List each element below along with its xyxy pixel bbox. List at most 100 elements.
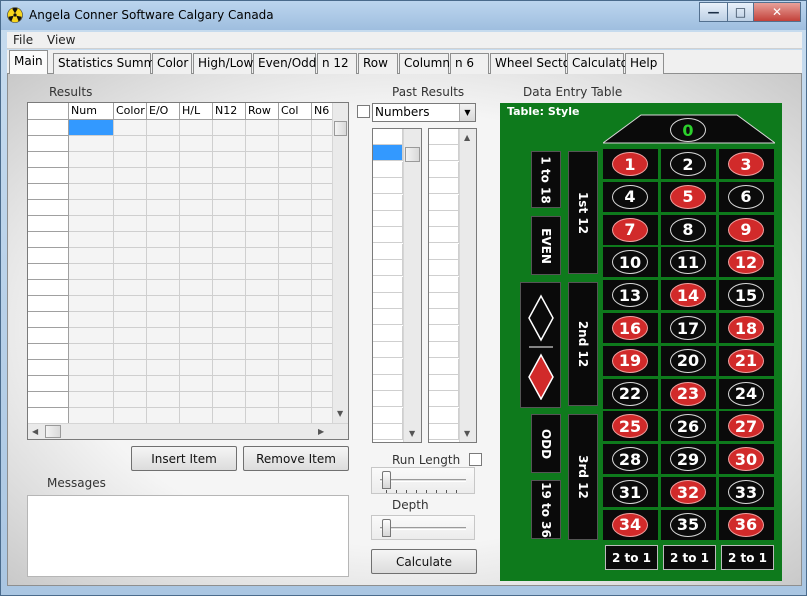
table-cell[interactable] (69, 344, 114, 360)
number-7[interactable]: 7 (612, 217, 648, 242)
table-cell[interactable] (279, 216, 312, 232)
table-cell[interactable] (246, 360, 279, 376)
number-26[interactable]: 26 (670, 414, 706, 439)
table-cell[interactable] (147, 280, 180, 296)
table-cell[interactable] (114, 408, 147, 424)
scroll-down-icon[interactable]: ▼ (337, 409, 343, 418)
table-cell[interactable] (69, 136, 114, 152)
close-button[interactable]: ✕ (753, 2, 801, 22)
table-cell[interactable] (246, 264, 279, 280)
number-27[interactable]: 27 (728, 414, 764, 439)
tab-column[interactable]: Column (399, 53, 450, 74)
table-cell[interactable] (312, 264, 334, 280)
table-cell[interactable] (246, 344, 279, 360)
number-3[interactable]: 3 (728, 152, 764, 176)
row-header[interactable] (28, 328, 69, 344)
list-item[interactable] (373, 309, 403, 326)
table-cell[interactable] (114, 120, 147, 136)
number-15[interactable]: 15 (728, 283, 764, 308)
grid-vertical-thumb[interactable] (334, 121, 347, 136)
number-cell[interactable]: 19 (603, 345, 658, 376)
table-cell[interactable] (180, 168, 213, 184)
table-cell[interactable] (312, 280, 334, 296)
bet-color[interactable] (520, 282, 561, 408)
table-cell[interactable] (69, 280, 114, 296)
row-header[interactable] (28, 360, 69, 376)
depth-thumb[interactable] (382, 519, 391, 537)
table-cell[interactable] (312, 136, 334, 152)
table-cell[interactable] (147, 184, 180, 200)
number-0[interactable]: 0 (670, 118, 706, 142)
column-header-hl[interactable]: H/L (180, 103, 213, 120)
maximize-button[interactable]: □ (727, 2, 754, 22)
table-cell[interactable] (246, 152, 279, 168)
number-cell[interactable]: 14 (661, 280, 716, 311)
number-12[interactable]: 12 (728, 250, 764, 275)
table-cell[interactable] (213, 168, 246, 184)
row-header[interactable] (28, 392, 69, 408)
table-cell[interactable] (180, 232, 213, 248)
number-11[interactable]: 11 (670, 250, 706, 275)
table-cell[interactable] (213, 232, 246, 248)
number-35[interactable]: 35 (670, 512, 706, 537)
table-cell[interactable] (312, 120, 334, 136)
table-cell[interactable] (69, 168, 114, 184)
table-cell[interactable] (69, 232, 114, 248)
list-item[interactable] (429, 129, 459, 145)
list-item[interactable] (429, 211, 459, 227)
row-header[interactable] (28, 344, 69, 360)
table-cell[interactable] (180, 376, 213, 392)
table-cell[interactable] (69, 360, 114, 376)
table-cell[interactable] (147, 312, 180, 328)
table-cell[interactable] (246, 376, 279, 392)
row-header[interactable] (28, 280, 69, 296)
number-25[interactable]: 25 (612, 414, 648, 439)
table-cell[interactable] (114, 392, 147, 408)
number-cell[interactable]: 32 (661, 477, 716, 507)
table-cell[interactable] (69, 152, 114, 168)
table-cell[interactable] (279, 136, 312, 152)
number-34[interactable]: 34 (612, 512, 648, 537)
list-left-thumb[interactable] (405, 147, 420, 162)
tab-color[interactable]: Color (152, 53, 192, 74)
number-cell[interactable]: 13 (603, 280, 658, 311)
insert-item-button[interactable]: Insert Item (131, 446, 237, 471)
table-cell[interactable] (114, 216, 147, 232)
table-cell[interactable] (312, 232, 334, 248)
list-item[interactable] (373, 194, 403, 211)
tab-row[interactable]: Row (358, 53, 398, 74)
number-30[interactable]: 30 (728, 447, 764, 472)
table-cell[interactable] (147, 264, 180, 280)
number-cell[interactable]: 33 (719, 477, 774, 507)
number-cell[interactable]: 17 (661, 313, 716, 343)
number-36[interactable]: 36 (728, 512, 764, 537)
list-item[interactable] (429, 309, 459, 326)
table-cell[interactable] (312, 312, 334, 328)
row-header[interactable] (28, 136, 69, 152)
table-cell[interactable] (180, 136, 213, 152)
list-item[interactable] (429, 293, 459, 309)
number-cell[interactable]: 11 (661, 247, 716, 278)
table-cell[interactable] (180, 120, 213, 136)
list-item[interactable] (373, 178, 403, 195)
table-cell[interactable] (213, 408, 246, 424)
table-cell[interactable] (114, 168, 147, 184)
table-cell[interactable] (180, 200, 213, 216)
table-cell[interactable] (213, 248, 246, 264)
list-item[interactable] (373, 145, 403, 162)
list-item[interactable] (373, 325, 403, 342)
table-cell[interactable] (213, 392, 246, 408)
table-cell[interactable] (114, 344, 147, 360)
list-item[interactable] (373, 375, 403, 391)
number-4[interactable]: 4 (612, 184, 648, 209)
tab-help[interactable]: Help (625, 53, 664, 74)
number-8[interactable]: 8 (670, 217, 706, 242)
menu-view[interactable]: View (47, 33, 75, 47)
number-cell[interactable]: 27 (719, 411, 774, 442)
table-cell[interactable] (246, 120, 279, 136)
row-header[interactable] (28, 248, 69, 264)
list-item[interactable] (373, 243, 403, 260)
run-length-checkbox[interactable] (469, 453, 482, 466)
table-cell[interactable] (246, 168, 279, 184)
minimize-button[interactable]: — (699, 2, 728, 22)
